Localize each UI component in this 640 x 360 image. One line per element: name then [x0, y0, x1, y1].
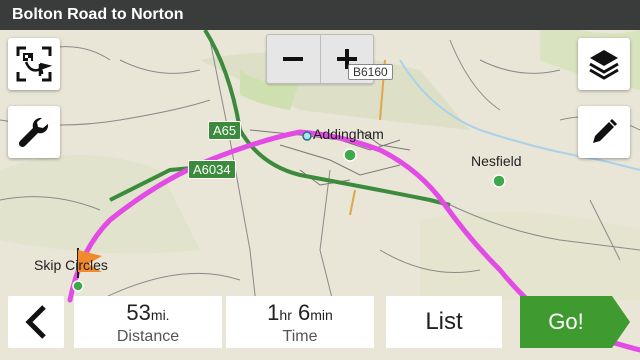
minus-icon — [283, 57, 304, 61]
time-label: Time — [282, 328, 318, 345]
road-label-a6034: A6034 — [188, 160, 236, 179]
distance-label: Distance — [116, 328, 180, 345]
road-label-a65: A65 — [208, 121, 242, 140]
go-button-label: Go! — [548, 309, 584, 334]
list-button[interactable]: List — [386, 296, 502, 348]
place-label-nesfield: Nesfield — [471, 153, 522, 169]
distance-value: 53 — [126, 300, 151, 325]
distance-stat: 53mi. Distance — [74, 296, 222, 348]
time-minutes-unit: min — [310, 307, 333, 323]
time-hours: 1 — [267, 300, 280, 325]
route-summary-bar: 53mi. Distance 1hr 6min Time List Go! — [0, 296, 640, 352]
edit-route-button[interactable] — [578, 106, 630, 158]
time-stat: 1hr 6min Time — [226, 296, 374, 348]
route-title: Bolton Road to Norton — [12, 6, 184, 23]
wrench-icon — [18, 117, 49, 148]
place-label-skip: Skip Circles — [34, 257, 108, 273]
zoom-out-button[interactable] — [267, 35, 320, 83]
layers-icon — [589, 50, 619, 80]
chevron-left-icon — [25, 305, 46, 339]
route-overview-icon — [16, 46, 53, 82]
time-value-row: 1hr 6min — [226, 300, 374, 326]
pencil-icon — [593, 118, 618, 143]
back-button[interactable] — [8, 296, 64, 348]
tools-button[interactable] — [8, 106, 60, 158]
place-label-addingham: Addingham — [313, 126, 384, 142]
time-hours-unit: hr — [279, 307, 292, 323]
road-label-b6160: B6160 — [348, 64, 393, 80]
distance-value-row: 53mi. — [74, 300, 222, 326]
time-minutes: 6 — [298, 300, 311, 325]
route-overview-button[interactable] — [8, 38, 60, 90]
go-button[interactable]: Go! — [520, 296, 630, 348]
map-layers-button[interactable] — [578, 38, 630, 90]
distance-unit: mi. — [150, 307, 170, 323]
route-title-bar: Bolton Road to Norton — [0, 0, 640, 30]
